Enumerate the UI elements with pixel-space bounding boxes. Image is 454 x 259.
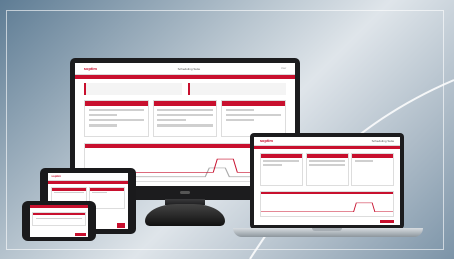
panel-overview: [83, 99, 149, 137]
app-logo: soptim: [51, 174, 62, 179]
panel-row: [30, 211, 88, 227]
monitor-base: [145, 204, 225, 226]
timeline-chart: [259, 190, 395, 218]
panel-overview: [259, 152, 303, 187]
user-menu[interactable]: User: [281, 67, 286, 70]
panel-details: [152, 99, 218, 137]
app-header: soptim: [48, 173, 128, 181]
phone: [22, 201, 96, 241]
info-row: [75, 79, 295, 100]
panel-header: [222, 100, 286, 106]
nav-bar[interactable]: [30, 205, 88, 209]
panel-row: [254, 152, 400, 187]
panel-status: [221, 99, 287, 137]
app-logo: soptim: [83, 66, 97, 72]
panel-status: [351, 152, 395, 187]
action-button[interactable]: [379, 219, 395, 224]
app-title: Scheduling Suite: [371, 138, 395, 143]
nav-bar[interactable]: [48, 180, 128, 184]
laptop-screen: soptim Scheduling Suite: [254, 137, 400, 225]
action-button[interactable]: [75, 232, 86, 237]
app-header: soptim Scheduling Suite: [254, 137, 400, 146]
app-logo: soptim: [259, 138, 273, 144]
info-block: [188, 83, 287, 96]
panel-details: [305, 152, 349, 187]
nav-bar[interactable]: [254, 145, 400, 149]
laptop: soptim Scheduling Suite: [250, 133, 404, 229]
app-title: Scheduling Suite: [177, 66, 201, 71]
phone-screen: [30, 205, 88, 237]
monitor-logo: [180, 191, 190, 194]
panel-header: [84, 100, 148, 106]
app-header: soptim Scheduling Suite User: [75, 63, 295, 76]
timeline-lines: [260, 202, 394, 213]
panel-header: [153, 100, 217, 106]
laptop-notch: [312, 228, 342, 231]
info-block: [83, 83, 182, 96]
action-button[interactable]: [116, 223, 125, 228]
panel-row: [75, 99, 295, 137]
